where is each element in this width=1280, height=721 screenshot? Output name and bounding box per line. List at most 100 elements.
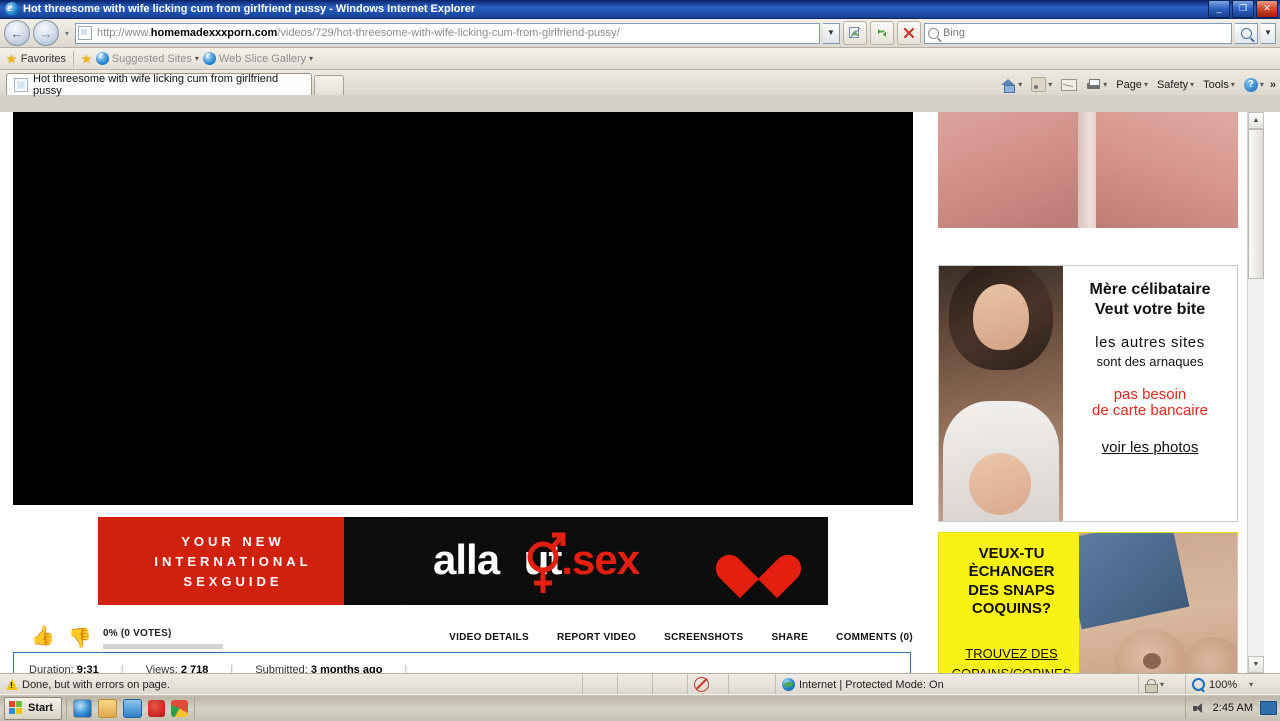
- link-report-video[interactable]: REPORT VIDEO: [557, 632, 636, 643]
- favorites-item-web-slice-gallery[interactable]: Web Slice Gallery ▾: [202, 50, 313, 65]
- opera-icon[interactable]: [148, 699, 166, 717]
- status-spacer-3: [653, 675, 688, 694]
- chevron-down-icon: ▾: [1190, 80, 1195, 89]
- french-ad-red-2: de carte bancaire: [1092, 401, 1208, 419]
- yellow-ad-q3: DES SNAPS: [968, 581, 1055, 599]
- windows-explorer-icon[interactable]: [98, 698, 118, 718]
- clock[interactable]: 2:45 AM: [1213, 702, 1253, 714]
- internet-explorer-icon[interactable]: [73, 698, 93, 718]
- monitor-icon[interactable]: [1260, 701, 1277, 715]
- search-input[interactable]: Bing: [924, 22, 1232, 44]
- url-path: /videos/729/hot-threesome-with-wife-lick…: [277, 27, 620, 39]
- link-comments[interactable]: COMMENTS (0): [836, 632, 913, 643]
- ad-image-right: [1096, 112, 1238, 228]
- logo-part-white: alla: [433, 536, 500, 583]
- zoom-cell[interactable]: 100% ▾: [1186, 675, 1280, 694]
- tools-menu[interactable]: Tools ▾: [1200, 78, 1238, 92]
- gender-symbols-icon: [527, 532, 566, 593]
- yellow-ad-link-2[interactable]: COPAINS/COPINES: [939, 664, 1084, 673]
- video-player[interactable]: [13, 112, 913, 505]
- tab-bar: Hot threesome with wife licking cum from…: [0, 70, 1280, 97]
- compatibility-view-icon[interactable]: [843, 21, 867, 45]
- internet-zone-icon: [782, 678, 795, 691]
- taskbar: Start 2:45 AM: [0, 694, 1280, 721]
- sidebar-ad-french[interactable]: Mère célibataire Veut votre bite les autr…: [938, 265, 1238, 522]
- media-player-icon[interactable]: [123, 698, 143, 718]
- banner-ad[interactable]: YOUR NEW INTERNATIONAL SEXGUIDE allabut.…: [98, 517, 828, 605]
- link-video-details[interactable]: VIDEO DETAILS: [449, 632, 529, 643]
- help-button[interactable]: ? ▾: [1241, 77, 1267, 93]
- search-provider-dropdown[interactable]: ▼: [1261, 22, 1276, 44]
- maximize-button[interactable]: ❐: [1232, 0, 1254, 18]
- print-button[interactable]: ▾: [1083, 78, 1110, 92]
- mail-icon: [1061, 78, 1078, 91]
- french-ad-headline-2: Veut votre bite: [1094, 300, 1206, 318]
- new-tab-button[interactable]: [314, 75, 344, 95]
- chevron-down-icon: ▾: [1018, 80, 1023, 89]
- security-zone-cell[interactable]: Internet | Protected Mode: On: [776, 675, 1139, 694]
- yellow-ad-text: VEUX-TU ÈCHANGER DES SNAPS COQUINS? TROU…: [939, 545, 1084, 673]
- status-bar: Done, but with errors on page. Internet …: [0, 673, 1280, 695]
- page-scrollbar[interactable]: ▲ ▼: [1247, 112, 1264, 673]
- address-dropdown[interactable]: ▼: [823, 22, 840, 44]
- favorites-label[interactable]: Favorites: [21, 53, 66, 65]
- start-label: Start: [28, 702, 54, 714]
- feeds-button[interactable]: ▾: [1028, 76, 1055, 93]
- back-button[interactable]: ←: [4, 20, 30, 46]
- tab-active[interactable]: Hot threesome with wife licking cum from…: [6, 72, 312, 97]
- chevron-down-icon[interactable]: ▾: [1249, 680, 1253, 689]
- scroll-up-arrow[interactable]: ▲: [1248, 112, 1264, 129]
- yellow-ad-q1: VEUX-TU: [978, 545, 1045, 562]
- privacy-cell[interactable]: ▾: [1139, 675, 1186, 694]
- ad-photo: [1079, 533, 1237, 673]
- heart-icon: [732, 537, 784, 585]
- french-ad-cta[interactable]: voir les photos: [1069, 439, 1231, 456]
- forward-button[interactable]: →: [33, 20, 59, 46]
- thumbs-down-icon[interactable]: 👎: [68, 626, 92, 650]
- refresh-icon[interactable]: [870, 21, 894, 45]
- link-share[interactable]: SHARE: [772, 632, 809, 643]
- ad-text-block: Mère célibataire Veut votre bite les autr…: [1063, 266, 1237, 521]
- command-bar-overflow-icon[interactable]: »: [1270, 79, 1276, 91]
- address-input[interactable]: http://www.homemadexxxporn.com/videos/72…: [75, 22, 820, 44]
- mail-button[interactable]: [1058, 78, 1080, 92]
- status-spacer-2: [618, 675, 653, 694]
- chrome-icon[interactable]: [171, 699, 189, 717]
- link-screenshots[interactable]: SCREENSHOTS: [664, 632, 743, 643]
- start-button[interactable]: Start: [4, 696, 63, 720]
- internet-explorer-icon: [5, 0, 19, 16]
- minimize-button[interactable]: _: [1208, 0, 1230, 18]
- submitted-value: 3 months ago: [310, 664, 383, 673]
- chevron-down-icon: ▾: [1143, 80, 1148, 89]
- search-go-button[interactable]: [1235, 22, 1258, 44]
- windows-logo-icon: [9, 700, 24, 716]
- stop-icon[interactable]: [897, 21, 921, 45]
- favorites-star-icon: ★: [6, 51, 17, 66]
- add-favorite-icon[interactable]: ★: [81, 52, 92, 66]
- favorites-item-suggested-sites[interactable]: Suggested Sites ▾: [95, 50, 199, 65]
- tab-label: Hot threesome with wife licking cum from…: [33, 72, 279, 97]
- safety-menu[interactable]: Safety ▾: [1154, 78, 1197, 92]
- popup-blocked-cell[interactable]: [688, 675, 729, 694]
- sidebar-ad-yellow[interactable]: VEUX-TU ÈCHANGER DES SNAPS COQUINS? TROU…: [938, 532, 1238, 673]
- url-domain: homemadexxxporn.com: [150, 27, 278, 39]
- page-menu-label: Page: [1116, 78, 1142, 91]
- scrollbar-thumb[interactable]: [1248, 129, 1264, 279]
- yellow-ad-link-1[interactable]: TROUVEZ DES: [939, 644, 1084, 664]
- logo-part-red: .sex: [561, 536, 640, 583]
- speaker-icon[interactable]: [1192, 702, 1206, 715]
- popup-blocked-icon: [694, 677, 709, 692]
- duration-value: 9:31: [76, 664, 99, 673]
- status-spacer-4: [729, 675, 776, 694]
- close-button[interactable]: ✕: [1256, 0, 1278, 18]
- french-ad-headline-1: Mère célibataire: [1089, 281, 1211, 298]
- ad-image-left: [938, 112, 1080, 228]
- chevron-down-icon: ▾: [1259, 80, 1264, 89]
- page-icon: [14, 77, 28, 92]
- scroll-down-arrow[interactable]: ▼: [1248, 656, 1264, 673]
- page-menu[interactable]: Page ▾: [1113, 78, 1151, 92]
- thumbs-up-icon[interactable]: 👍: [31, 624, 55, 648]
- recent-pages-dropdown[interactable]: ▾: [62, 29, 72, 38]
- home-button[interactable]: ▾: [998, 77, 1025, 93]
- sidebar-ad-top[interactable]: [938, 112, 1238, 228]
